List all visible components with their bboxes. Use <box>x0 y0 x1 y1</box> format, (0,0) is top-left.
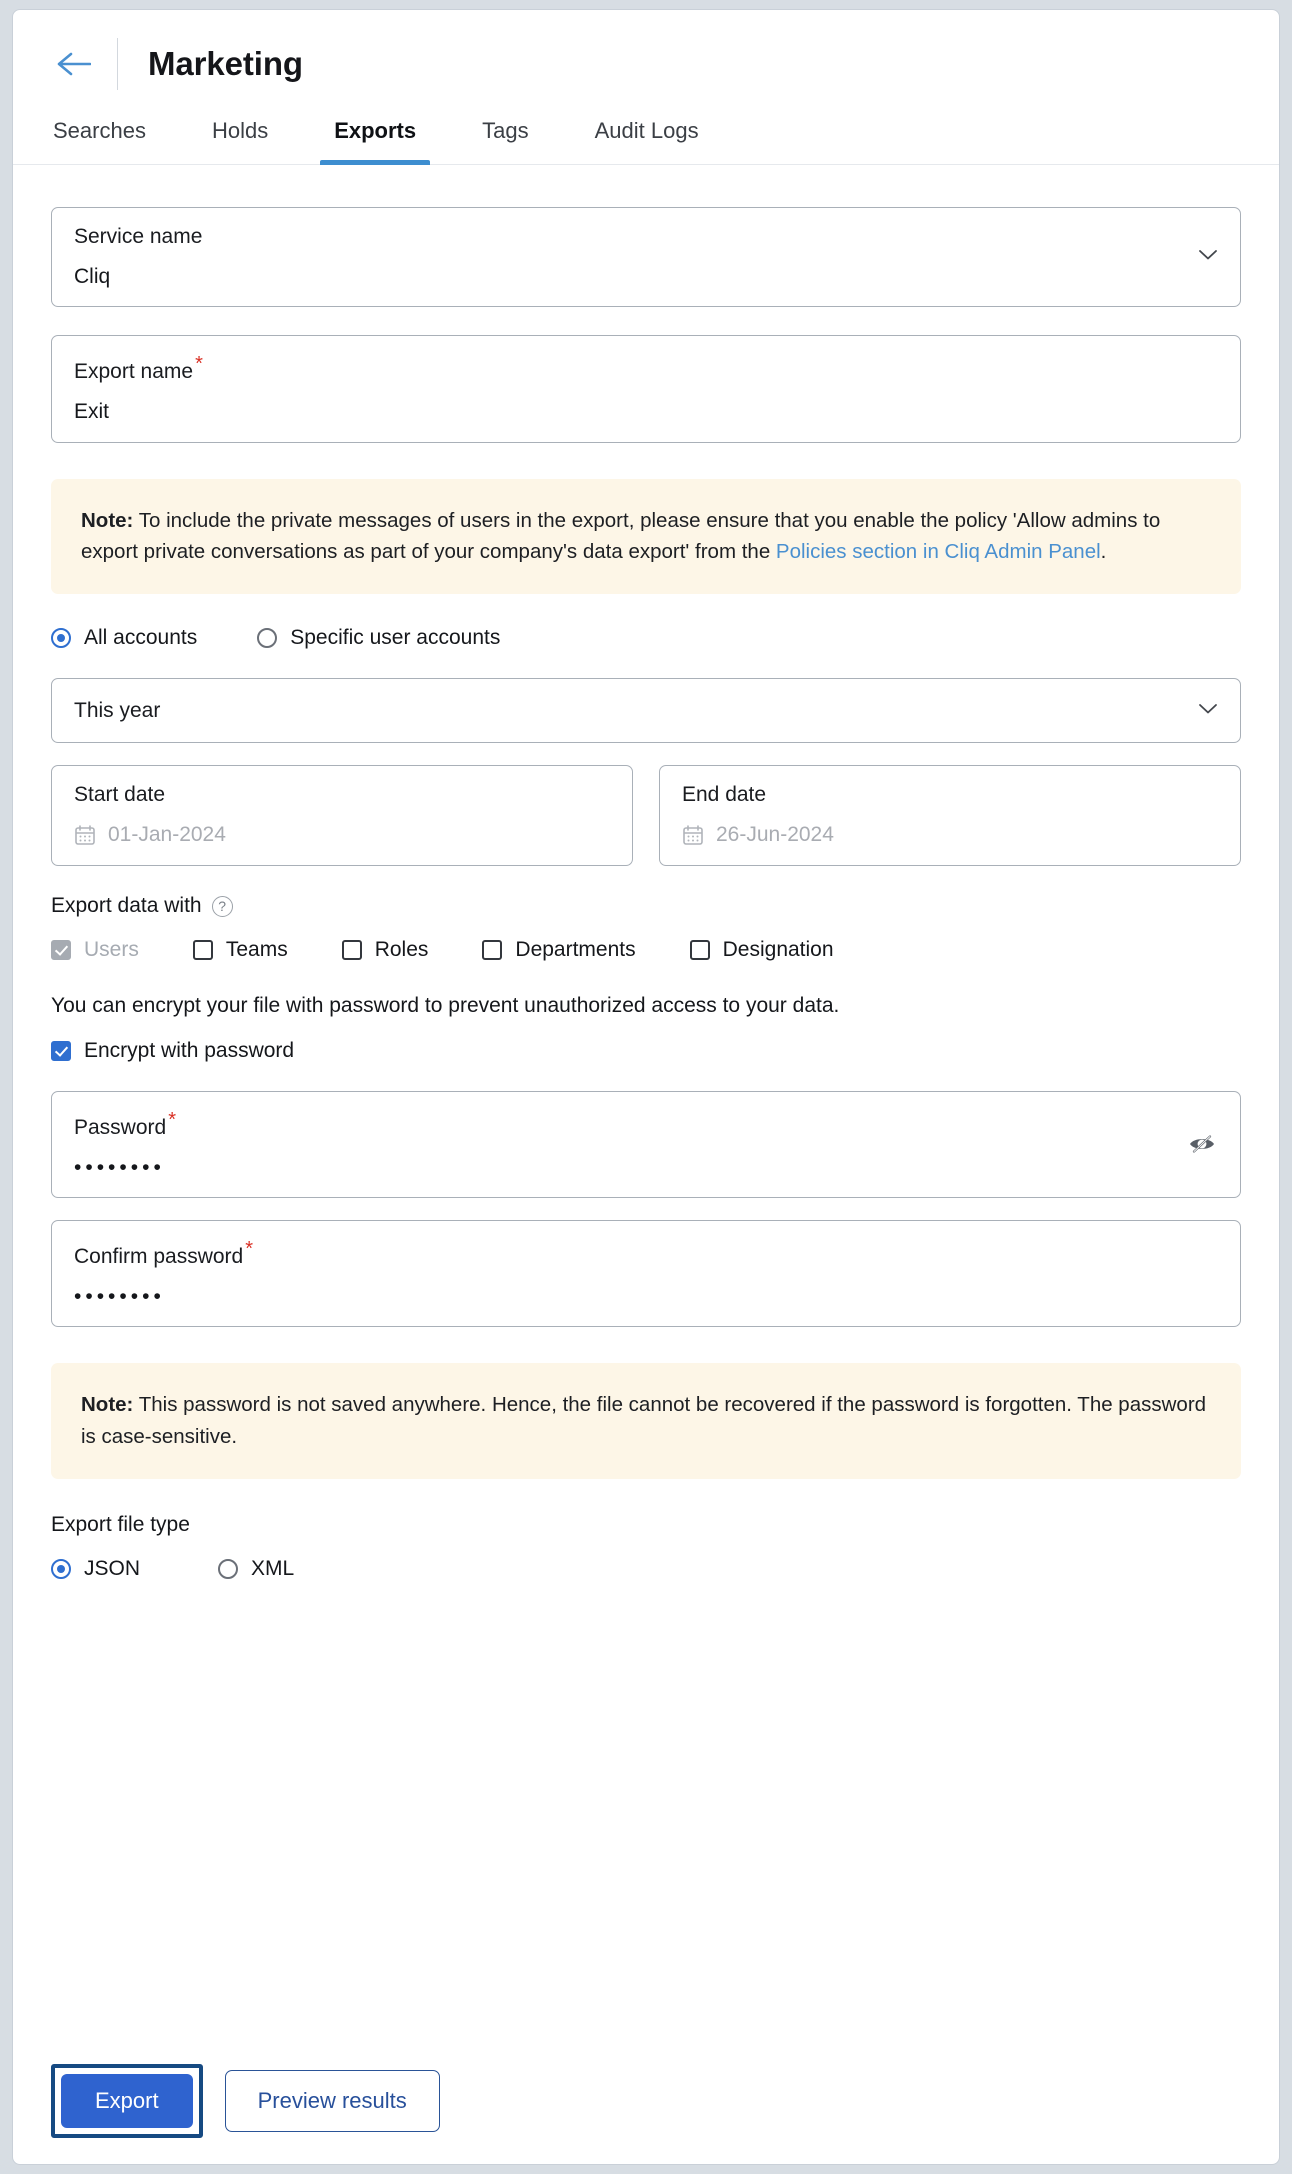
checkbox-users: Users <box>51 938 139 962</box>
radio-indicator-json <box>51 1559 71 1580</box>
checkbox-label-designation: Designation <box>722 938 834 962</box>
password-input[interactable]: Password * •••••••• <box>51 1090 1241 1199</box>
checkbox-indicator-encrypt <box>51 1040 71 1061</box>
tab-exports[interactable]: Exports <box>320 108 431 165</box>
service-name-label: Service name <box>74 225 203 248</box>
radio-indicator-xml <box>218 1559 239 1580</box>
radio-all-accounts[interactable]: All accounts <box>51 626 197 650</box>
radio-json[interactable]: JSON <box>51 1557 140 1581</box>
date-range-select[interactable]: This year <box>51 678 1241 744</box>
form-actions: Export Preview results <box>13 2064 1279 2164</box>
checkbox-label-departments: Departments <box>515 938 636 962</box>
checkbox-indicator-designation <box>689 940 710 961</box>
confirm-password-label-text: Confirm password <box>74 1245 244 1269</box>
page-title: Marketing <box>148 45 303 82</box>
start-date-label: Start date <box>74 783 166 807</box>
export-name-label-text: Export name <box>74 360 194 384</box>
note-prefix: Note: <box>81 508 134 532</box>
page-header: Marketing <box>13 10 1279 108</box>
arrow-left-icon <box>57 52 91 76</box>
preview-results-button[interactable]: Preview results <box>224 2070 440 2132</box>
radio-indicator-all-accounts <box>51 628 71 649</box>
required-asterisk: * <box>195 353 203 376</box>
password-label: Password * <box>74 1108 1218 1140</box>
calendar-icon <box>683 825 703 846</box>
end-date-value-row: 26-Jun-2024 <box>682 823 1218 847</box>
required-asterisk: * <box>245 1238 254 1261</box>
account-scope-group: All accounts Specific user accounts <box>51 626 1241 650</box>
confirm-password-value: •••••••• <box>74 1285 165 1309</box>
note-password-not-saved: Note: This password is not saved anywher… <box>51 1363 1241 1479</box>
date-range-fields: Start date 01-Jan-2024 End date 26-Jun-2… <box>51 765 1241 867</box>
radio-label-json: JSON <box>84 1557 141 1581</box>
note-private-messages: Note: To include the private messages of… <box>51 478 1241 595</box>
toggle-password-visibility-button[interactable] <box>1188 1132 1216 1156</box>
checkbox-label-roles: Roles <box>374 938 429 962</box>
chevron-down-icon <box>1198 248 1218 266</box>
export-data-with-options: Users Teams Roles Departments Designatio… <box>51 938 1241 962</box>
export-button[interactable]: Export <box>61 2074 193 2128</box>
tab-searches[interactable]: Searches <box>51 108 148 164</box>
calendar-icon <box>75 825 95 846</box>
date-range-value: This year <box>74 699 161 723</box>
end-date-input[interactable]: End date 26-Jun-2024 <box>659 765 1241 867</box>
policies-link[interactable]: Policies section in Cliq Admin Panel <box>776 540 1101 563</box>
radio-label-all-accounts: All accounts <box>84 626 198 650</box>
checkbox-indicator-teams <box>192 940 213 961</box>
help-circle-icon[interactable]: ? <box>211 895 233 917</box>
note-text-after: . <box>1100 540 1107 564</box>
note-prefix: Note: <box>81 1393 134 1417</box>
checkbox-indicator-roles <box>341 940 362 961</box>
note-password-text: This password is not saved anywhere. Hen… <box>81 1393 1207 1449</box>
end-date-label: End date <box>682 783 767 807</box>
password-label-text: Password <box>74 1115 167 1139</box>
radio-label-xml: XML <box>251 1557 295 1581</box>
start-date-input[interactable]: Start date 01-Jan-2024 <box>51 765 633 867</box>
start-date-value: 01-Jan-2024 <box>108 823 226 847</box>
confirm-password-label: Confirm password * <box>74 1237 1218 1269</box>
export-data-with-label: Export data with <box>51 894 202 918</box>
confirm-password-input[interactable]: Confirm password * •••••••• <box>51 1220 1241 1328</box>
export-file-type-group: JSON XML <box>51 1557 1241 1581</box>
checkbox-encrypt-with-password[interactable]: Encrypt with password <box>51 1039 1241 1063</box>
checkbox-roles[interactable]: Roles <box>341 938 429 962</box>
eye-off-icon <box>1190 1135 1214 1154</box>
export-name-label: Export name * <box>74 352 1218 384</box>
end-date-value: 26-Jun-2024 <box>716 823 834 847</box>
tab-audit-logs[interactable]: Audit Logs <box>593 108 701 164</box>
radio-label-specific-accounts: Specific user accounts <box>290 626 501 650</box>
checkbox-label-encrypt: Encrypt with password <box>84 1038 295 1062</box>
export-button-focus-ring: Export <box>51 2064 203 2138</box>
export-data-with-header: Export data with ? <box>51 894 1241 918</box>
checkbox-indicator-users <box>51 940 71 961</box>
tab-tags[interactable]: Tags <box>480 108 530 164</box>
service-name-value: Cliq <box>74 265 111 289</box>
header-divider <box>117 38 118 90</box>
password-value: •••••••• <box>74 1156 165 1179</box>
export-form: Service name Cliq Export name * Exit Note… <box>13 165 1279 2064</box>
checkbox-label-users: Users <box>84 938 139 962</box>
tab-holds[interactable]: Holds <box>210 108 270 164</box>
checkbox-departments[interactable]: Departments <box>482 938 636 962</box>
back-button[interactable] <box>51 41 97 87</box>
encryption-description: You can encrypt your file with password … <box>51 994 840 1018</box>
radio-indicator-specific-accounts <box>257 628 278 649</box>
required-asterisk: * <box>168 1108 176 1131</box>
checkbox-indicator-departments <box>482 940 503 961</box>
export-name-input[interactable]: Export name * Exit <box>51 335 1241 443</box>
tab-bar: Searches Holds Exports Tags Audit Logs <box>13 108 1279 165</box>
radio-specific-user-accounts[interactable]: Specific user accounts <box>257 626 500 650</box>
export-file-type-label: Export file type <box>51 1512 190 1536</box>
export-name-value: Exit <box>74 400 110 424</box>
export-form-window: Marketing Searches Holds Exports Tags Au… <box>12 9 1280 2165</box>
service-name-select[interactable]: Service name Cliq <box>51 207 1241 308</box>
start-date-value-row: 01-Jan-2024 <box>74 823 610 847</box>
checkbox-teams[interactable]: Teams <box>192 938 288 962</box>
radio-xml[interactable]: XML <box>218 1557 294 1581</box>
checkbox-label-teams: Teams <box>225 938 288 962</box>
checkbox-designation[interactable]: Designation <box>689 938 834 962</box>
